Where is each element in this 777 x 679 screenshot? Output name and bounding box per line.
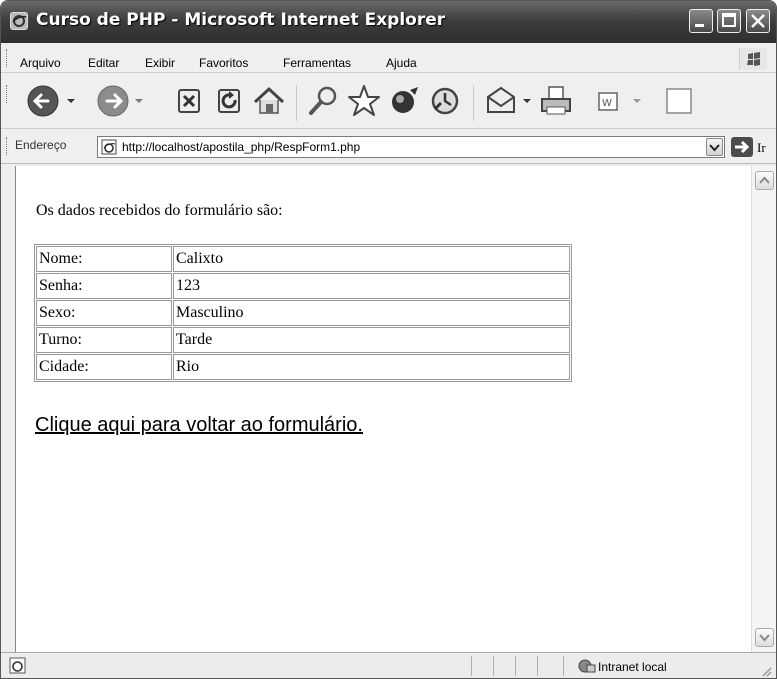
window-title: Curso de PHP - Microsoft Internet Explor… bbox=[36, 10, 446, 30]
window-frame bbox=[1, 164, 15, 652]
table-row: Cidade: Rio bbox=[36, 354, 570, 380]
menu-ajuda[interactable]: Ajuda bbox=[386, 56, 417, 70]
minimize-button[interactable] bbox=[689, 9, 713, 33]
address-grip bbox=[6, 137, 9, 155]
scroll-down-button[interactable] bbox=[755, 628, 774, 647]
toolbar-grip bbox=[6, 85, 9, 103]
toolbar-separator bbox=[473, 85, 474, 121]
row-value: Calixto bbox=[173, 246, 570, 272]
favorites-star-icon[interactable] bbox=[344, 81, 384, 121]
menu-editar[interactable]: Editar bbox=[88, 56, 119, 70]
ie-page-icon bbox=[10, 12, 28, 30]
status-divider bbox=[515, 656, 516, 676]
table-row: Turno: Tarde bbox=[36, 327, 570, 353]
status-divider bbox=[563, 656, 564, 676]
menu-exibir[interactable]: Exibir bbox=[145, 56, 175, 70]
address-dropdown-button[interactable] bbox=[706, 138, 723, 156]
row-label: Nome: bbox=[36, 246, 172, 272]
refresh-button[interactable] bbox=[209, 81, 249, 121]
row-label: Cidade: bbox=[36, 354, 172, 380]
table-row: Senha: 123 bbox=[36, 273, 570, 299]
windows-logo-icon bbox=[739, 48, 767, 70]
security-zone-label: Intranet local bbox=[598, 660, 667, 674]
menu-favoritos[interactable]: Favoritos bbox=[199, 56, 248, 70]
row-label: Senha: bbox=[36, 273, 172, 299]
media-icon[interactable] bbox=[385, 81, 425, 121]
intranet-zone-icon bbox=[576, 657, 596, 678]
menu-arquivo[interactable]: Arquivo bbox=[20, 56, 61, 70]
row-label: Sexo: bbox=[36, 300, 172, 326]
address-url[interactable]: http://localhost/apostila_php/RespForm1.… bbox=[122, 140, 360, 154]
svg-text:W: W bbox=[602, 98, 612, 109]
back-to-form-link[interactable]: Clique aqui para voltar ao formulário. bbox=[35, 414, 363, 437]
page-viewport: Os dados recebidos do formulário são: No… bbox=[15, 166, 751, 652]
status-divider bbox=[471, 656, 472, 676]
maximize-button[interactable] bbox=[717, 9, 741, 33]
mail-icon[interactable] bbox=[481, 81, 539, 121]
menu-grip bbox=[6, 49, 9, 67]
form-data-table: Nome: Calixto Senha: 123 Sexo: Masculino… bbox=[34, 244, 572, 382]
vertical-scrollbar[interactable] bbox=[751, 166, 776, 652]
toolbar-separator bbox=[296, 85, 297, 121]
page-icon bbox=[101, 139, 117, 155]
menu-ferramentas[interactable]: Ferramentas bbox=[283, 56, 351, 70]
status-divider bbox=[493, 656, 494, 676]
address-label: Endereço bbox=[15, 138, 67, 152]
table-row: Nome: Calixto bbox=[36, 246, 570, 272]
home-button[interactable] bbox=[249, 81, 289, 121]
row-value: Tarde bbox=[173, 327, 570, 353]
messenger-icon[interactable] bbox=[661, 81, 701, 121]
browser-window: Curso de PHP - Microsoft Internet Explor… bbox=[0, 0, 777, 679]
page-status-icon bbox=[9, 657, 27, 678]
status-divider bbox=[537, 656, 538, 676]
go-button[interactable] bbox=[731, 137, 753, 157]
row-value: Masculino bbox=[173, 300, 570, 326]
word-edit-icon[interactable]: W bbox=[591, 81, 647, 121]
close-button[interactable] bbox=[746, 9, 770, 33]
row-value: 123 bbox=[173, 273, 570, 299]
stop-button[interactable] bbox=[169, 81, 209, 121]
history-icon[interactable] bbox=[425, 81, 465, 121]
row-label: Turno: bbox=[36, 327, 172, 353]
go-label[interactable]: Ir bbox=[757, 140, 766, 156]
print-icon[interactable] bbox=[536, 81, 576, 121]
forward-button[interactable] bbox=[93, 81, 149, 121]
search-icon[interactable] bbox=[304, 81, 344, 121]
scroll-up-button[interactable] bbox=[755, 171, 774, 190]
table-row: Sexo: Masculino bbox=[36, 300, 570, 326]
row-value: Rio bbox=[173, 354, 570, 380]
back-button[interactable] bbox=[23, 81, 81, 121]
intro-text: Os dados recebidos do formulário são: bbox=[36, 202, 283, 219]
resize-grip[interactable] bbox=[759, 663, 773, 678]
